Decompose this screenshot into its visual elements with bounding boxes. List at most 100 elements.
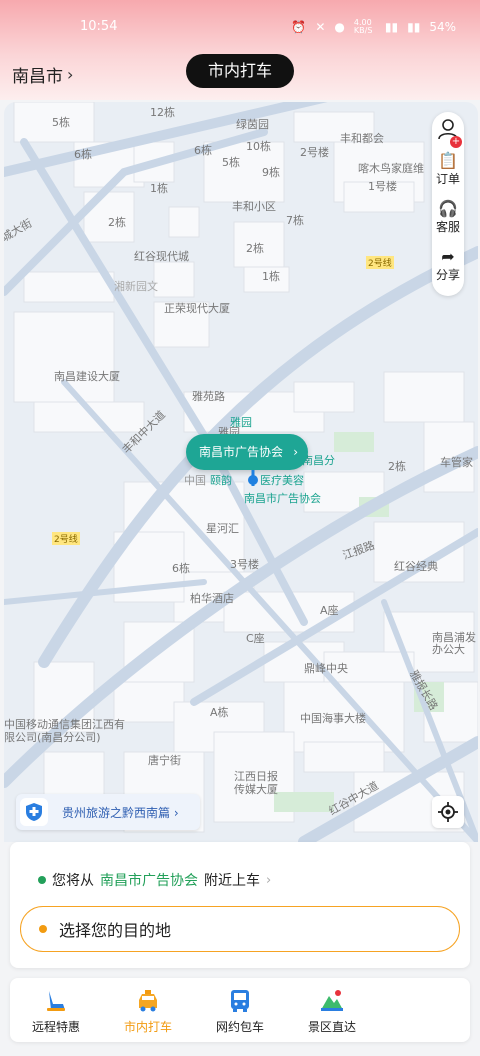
service-city-taxi[interactable]: 市内打车 — [102, 988, 194, 1035]
service-label: 客服 — [435, 220, 460, 234]
map-label: 柏华酒店 — [190, 592, 234, 605]
map-label: 5栋 — [222, 156, 240, 169]
map-label: 雅苑路 — [192, 390, 225, 403]
service-label: 远程特惠 — [31, 1020, 80, 1034]
map-label: 红谷经典 — [394, 560, 438, 573]
map-label: 星河汇 — [206, 522, 239, 535]
city-name: 南昌市 — [12, 67, 63, 87]
service-bar: 远程特惠 市内打车 网约包车 景区直达 — [10, 978, 470, 1042]
map-label: 12栋 — [150, 106, 175, 119]
pickup-dot-icon — [38, 876, 46, 884]
mountain-icon — [321, 990, 343, 1011]
bus-icon — [231, 990, 249, 1012]
status-bar: 10:54 ⏰ ✕ ● 4.00 KB/S ▮▮ ▮▮ 54% — [0, 16, 480, 40]
clipboard-icon: 📋 — [438, 151, 458, 170]
map-label: 5栋 — [52, 116, 70, 129]
map-label: 3号楼 — [230, 558, 259, 571]
shield-plus-icon — [20, 798, 48, 826]
map-label: 车管家 — [440, 456, 473, 469]
map-label: 颐韵 — [210, 474, 232, 487]
orders-label: 订单 — [435, 172, 460, 186]
map-label: 红谷现代城 — [134, 250, 189, 263]
headset-icon: 🎧 — [438, 199, 458, 218]
map-label: 绿茵园 — [236, 118, 269, 131]
map-label: 2栋 — [246, 242, 264, 255]
service-label: 网约包车 — [215, 1020, 264, 1034]
map-label: 江西日报传媒大厦 — [234, 770, 278, 796]
booking-card: 您将从 南昌市广告协会 附近上车 › 选择您的目的地 — [10, 842, 470, 968]
subway-line-label: 2号线 — [52, 532, 80, 545]
crosshair-icon — [438, 802, 458, 822]
share-label: 分享 — [435, 268, 460, 282]
map-label: 1栋 — [150, 182, 168, 195]
pickup-suffix: 附近上车 — [204, 873, 260, 889]
share-button[interactable]: ➦ 分享 — [432, 248, 464, 283]
destination-placeholder: 选择您的目的地 — [59, 921, 172, 940]
map-label: 中国海事大楼 — [300, 712, 366, 725]
orders-button[interactable]: 📋 订单 — [432, 152, 464, 187]
signal-icon: ▮▮ — [384, 20, 399, 34]
network-speed: 4.00 KB/S — [353, 18, 373, 35]
map-label: 南昌浦发办公大 — [432, 631, 476, 656]
map-label: 鼎峰中央 — [304, 662, 348, 675]
pickup-pin-bubble[interactable]: 南昌市广告协会 › — [186, 434, 308, 470]
map-label: A栋 — [210, 706, 229, 719]
mute-icon: ✕ — [315, 20, 326, 34]
map-label: 6栋 — [74, 148, 92, 161]
map-label: 中国移动通信集团江西有限公司(南昌分公司) — [4, 718, 125, 744]
chevron-right-icon: › — [293, 445, 298, 459]
map-label: 2栋 — [108, 216, 126, 229]
service-label: 景区直达 — [307, 1020, 356, 1034]
map-label: A座 — [320, 604, 339, 617]
battery-level: 54% — [429, 20, 456, 34]
header-background: 10:54 ⏰ ✕ ● 4.00 KB/S ▮▮ ▮▮ 54% 南昌市 › 市内… — [0, 0, 480, 100]
map-label: 中国 — [184, 474, 206, 487]
map-label: C座 — [246, 632, 265, 645]
map-label: 7栋 — [286, 214, 304, 227]
map-label: 2号楼 — [300, 146, 329, 159]
map-label: 南昌建设大厦 — [54, 370, 120, 383]
service-scenic[interactable]: 景区直达 — [286, 988, 378, 1035]
map-label: 喀木鸟家庭维 — [358, 162, 424, 175]
map-label: 6栋 — [172, 562, 190, 575]
service-long-distance[interactable]: 远程特惠 — [10, 988, 102, 1035]
pickup-place: 南昌市广告协会 — [100, 873, 198, 889]
destination-input[interactable]: 选择您的目的地 — [20, 906, 460, 952]
status-icons: ⏰ ✕ ● 4.00 KB/S ▮▮ ▮▮ 54% — [291, 19, 456, 35]
destination-dot-icon — [39, 925, 47, 933]
locate-me-button[interactable] — [432, 796, 464, 828]
map-label: 1栋 — [262, 270, 280, 283]
map-label: 10栋 — [246, 140, 271, 153]
map-label: 正荣现代大厦 — [164, 302, 230, 315]
profile-button[interactable]: + — [432, 118, 464, 148]
customer-service-button[interactable]: 🎧 客服 — [432, 200, 464, 235]
tab-city-taxi[interactable]: 市内打车 — [186, 54, 294, 88]
taxi-icon — [139, 990, 157, 1012]
service-charter[interactable]: 网约包车 — [194, 988, 286, 1035]
location-icon: ● — [334, 20, 345, 34]
map-label: 1号楼 — [368, 180, 397, 193]
seat-icon — [47, 991, 65, 1011]
map-side-panel: + 📋 订单 🎧 客服 ➦ 分享 — [432, 112, 464, 296]
pin-marker-icon — [248, 470, 258, 486]
pickup-pin-label: 南昌市广告协会 — [199, 445, 284, 459]
service-label: 市内打车 — [123, 1020, 172, 1034]
map-label: 6栋 — [194, 144, 212, 157]
map-label: 湘新园文 — [114, 280, 158, 293]
plus-badge-icon: + — [450, 136, 462, 148]
chevron-right-icon: › — [266, 872, 272, 888]
map-view[interactable]: 5栋 6栋 12栋 绿茵园 6栋 5栋 10栋 2号楼 丰和都会 喀木鸟家庭维 … — [4, 102, 478, 842]
status-time: 10:54 — [80, 19, 118, 34]
map-label: 丰和小区 — [232, 200, 276, 213]
map-label: 唐宁街 — [148, 754, 181, 767]
map-label: 2栋 — [388, 460, 406, 473]
pickup-prefix: 您将从 — [52, 873, 94, 889]
subway-line-label: 2号线 — [366, 256, 394, 269]
city-selector[interactable]: 南昌市 › — [12, 62, 73, 87]
map-label: 医疗美容 — [260, 474, 304, 487]
share-arrow-icon: ➦ — [441, 247, 455, 266]
pickup-row[interactable]: 您将从 南昌市广告协会 附近上车 › — [38, 870, 271, 890]
promo-banner[interactable]: 贵州旅游之黔西南篇 › — [16, 794, 200, 830]
map-label: 丰和都会 — [340, 132, 384, 145]
map-label: 9栋 — [262, 166, 280, 179]
